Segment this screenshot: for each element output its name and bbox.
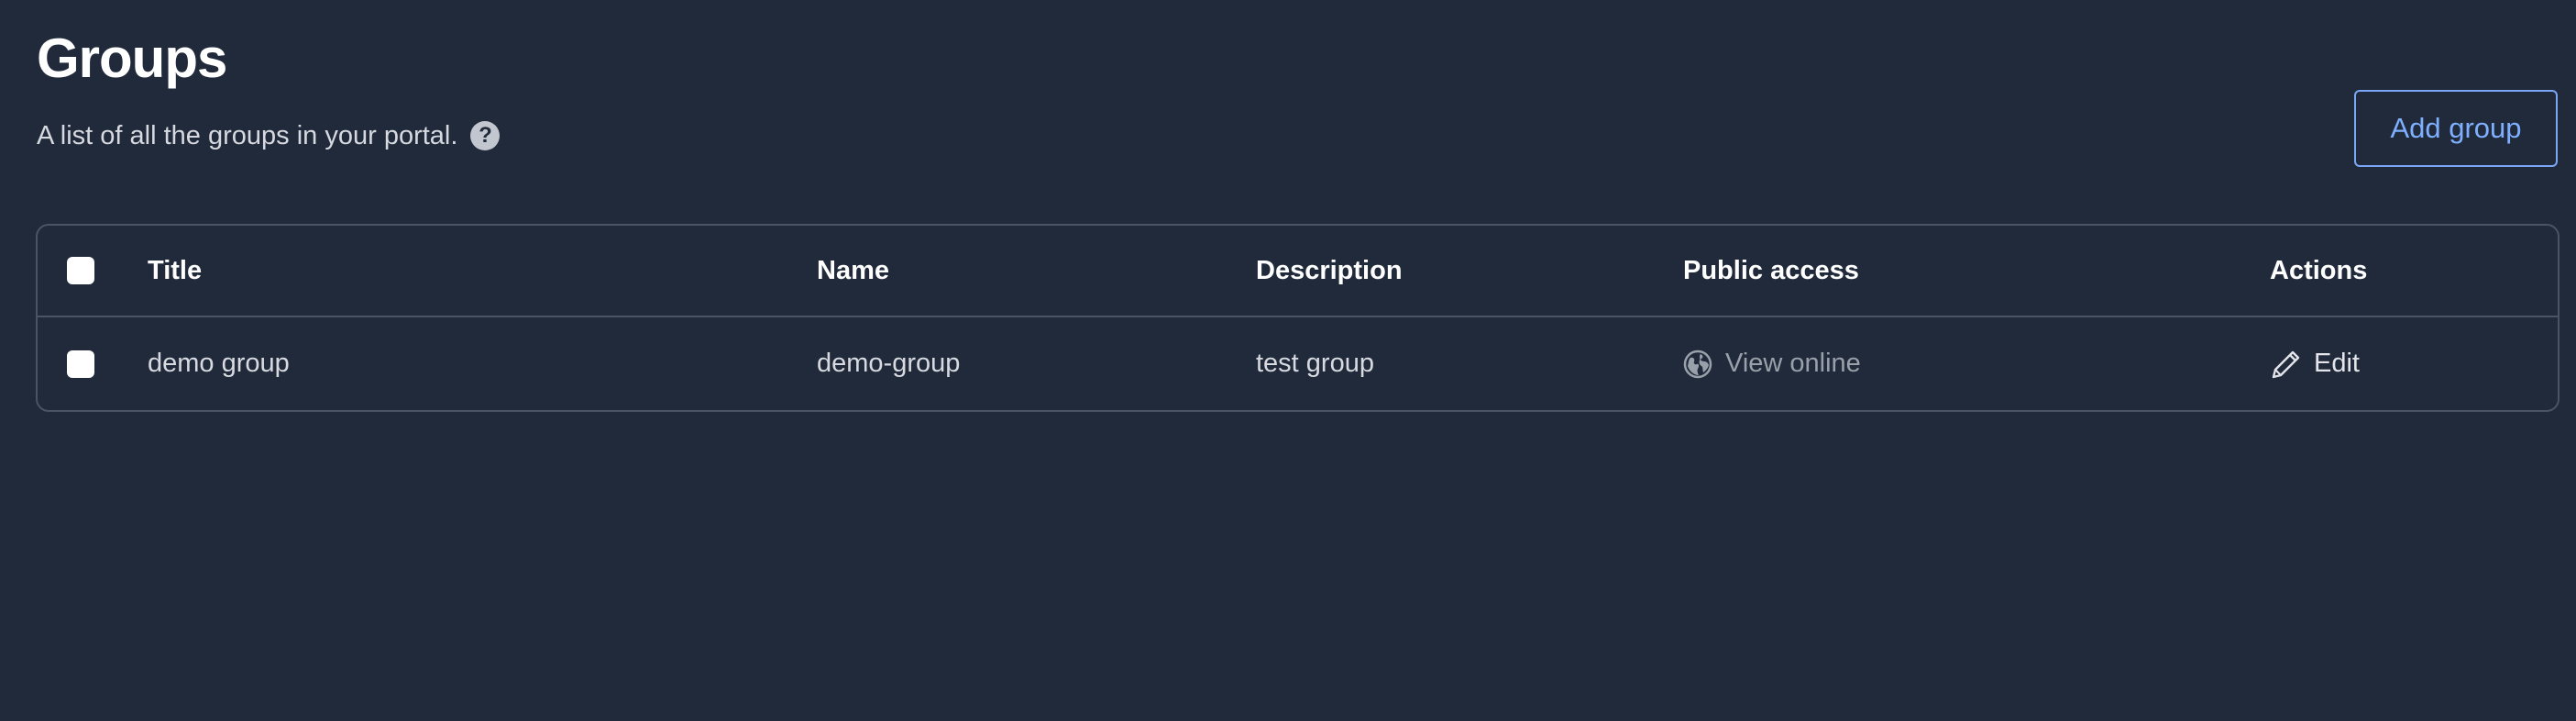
groups-table: Title Name Description Public access Act… [36, 224, 2559, 412]
row-select-cell [67, 317, 94, 410]
groups-page: Groups A list of all the groups in your … [0, 0, 2576, 721]
column-header-name: Name [817, 255, 889, 285]
select-all-checkbox[interactable] [67, 257, 94, 284]
table-row: demo group demo-group test group View on… [38, 317, 2558, 410]
edit-link[interactable]: Edit [2270, 317, 2360, 410]
globe-icon [1683, 349, 1712, 378]
add-group-button[interactable]: Add group [2354, 90, 2558, 167]
page-subtitle: A list of all the groups in your portal. [37, 120, 458, 150]
row-checkbox[interactable] [67, 349, 94, 378]
edit-label: Edit [2314, 349, 2360, 378]
help-icon[interactable]: ? [470, 121, 501, 150]
row-description: test group [1256, 349, 1374, 378]
row-title: demo group [148, 349, 290, 378]
pencil-icon [2272, 350, 2300, 378]
column-header-title: Title [148, 255, 203, 285]
column-header-description: Description [1256, 255, 1403, 285]
view-online-link[interactable]: View online [1683, 317, 1861, 410]
view-online-label: View online [1725, 349, 1861, 378]
select-all-cell [67, 226, 94, 316]
column-header-actions: Actions [2270, 255, 2368, 285]
table-header-row: Title Name Description Public access Act… [38, 226, 2558, 317]
page-title: Groups [37, 28, 227, 89]
column-header-public-access: Public access [1683, 255, 1859, 285]
page-subtitle-row: A list of all the groups in your portal.… [37, 117, 501, 154]
row-name: demo-group [817, 349, 961, 378]
